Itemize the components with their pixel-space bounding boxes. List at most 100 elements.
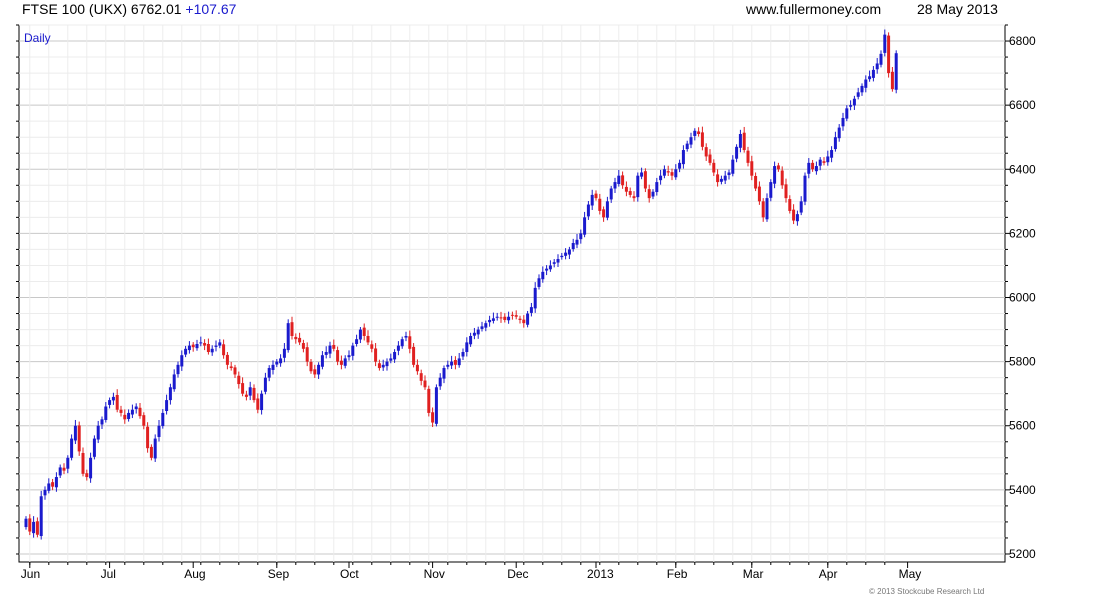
candle-body — [552, 262, 556, 264]
candle-body — [594, 193, 598, 199]
candle-body — [229, 366, 233, 369]
x-tick-label: Mar — [743, 567, 764, 581]
candle-body — [385, 361, 389, 367]
candle-body — [788, 199, 792, 211]
candle-body — [556, 259, 560, 263]
candle-body — [875, 63, 879, 70]
candle-body — [571, 243, 575, 250]
candle-body — [602, 209, 606, 218]
candle-body — [533, 287, 537, 309]
candle-body — [856, 92, 860, 97]
candle-body — [320, 355, 324, 367]
candle-body — [157, 425, 161, 437]
candle-body — [225, 354, 229, 365]
candle-body — [514, 315, 518, 317]
candle-body — [362, 327, 366, 336]
candle-body — [723, 175, 727, 181]
candle-body — [841, 117, 845, 127]
y-tick-label: 6200 — [1009, 226, 1036, 240]
candle-body — [165, 400, 169, 411]
candle-body — [807, 162, 811, 174]
x-tick-label: Jun — [21, 567, 40, 581]
candle-body — [894, 53, 898, 90]
candle-body — [689, 137, 693, 145]
candle-body — [526, 313, 530, 325]
candle-body — [662, 169, 666, 176]
candle-body — [81, 452, 85, 474]
candle-body — [598, 198, 602, 211]
candle-body — [773, 166, 777, 184]
candle-body — [833, 137, 837, 150]
candle-body — [735, 146, 739, 159]
candle-body — [244, 394, 248, 397]
y-tick-label: 5600 — [1009, 419, 1036, 433]
candle-body — [442, 368, 446, 379]
candle-body — [495, 316, 499, 318]
candle-body — [613, 182, 617, 189]
candle-body — [54, 477, 58, 488]
candle-body — [757, 186, 761, 202]
candle-body — [39, 496, 43, 537]
candle-body — [153, 438, 157, 459]
candle-body — [104, 406, 108, 420]
candle-body — [887, 35, 891, 74]
candle-body — [700, 132, 704, 147]
candle-body — [24, 518, 28, 528]
candle-body — [575, 239, 579, 245]
candle-body — [377, 363, 381, 369]
candle-body — [408, 336, 412, 349]
candle-body — [503, 316, 507, 320]
candle-body — [301, 343, 305, 349]
candle-body — [674, 169, 678, 178]
candle-body — [366, 335, 370, 343]
candle-body — [419, 373, 423, 381]
candle-body — [666, 171, 670, 173]
candle-body — [469, 335, 473, 345]
candle-body — [681, 150, 685, 165]
candle-body — [655, 182, 659, 193]
candle-body — [176, 364, 180, 375]
candle-body — [453, 360, 457, 365]
candle-body — [85, 473, 89, 478]
candle-body — [134, 406, 138, 410]
candle-body — [769, 182, 773, 198]
candle-body — [35, 521, 39, 535]
candle-body — [738, 134, 742, 148]
candle-body — [58, 467, 62, 476]
candle-body — [830, 150, 834, 158]
candle-body — [347, 355, 351, 358]
candle-body — [564, 252, 568, 256]
x-tick-label: Apr — [819, 567, 838, 581]
copyright-notice: © 2013 Stockcube Research Ltd — [869, 587, 985, 596]
candle-body — [761, 201, 765, 218]
candle-body — [727, 172, 731, 176]
candle-body — [799, 201, 803, 213]
candle-body — [754, 176, 758, 189]
y-tick-label: 6000 — [1009, 291, 1036, 305]
candle-body — [849, 105, 853, 107]
candle-body — [275, 361, 279, 365]
candle-body — [309, 361, 313, 372]
candle-body — [70, 438, 74, 458]
candle-body — [298, 337, 302, 343]
x-tick-label: Oct — [340, 567, 359, 581]
period-label: Daily — [24, 31, 51, 45]
x-tick-label: 2013 — [587, 567, 614, 581]
candle-body — [256, 398, 260, 410]
candle-body — [286, 323, 290, 351]
candle-body — [632, 196, 636, 199]
candle-body — [123, 414, 127, 420]
candle-body — [149, 446, 153, 458]
candle-body — [51, 482, 55, 487]
candle-body — [187, 345, 191, 351]
candle-body — [263, 377, 267, 392]
candle-body — [697, 131, 701, 135]
candle-body — [305, 347, 309, 362]
candle-body — [241, 383, 245, 394]
candle-body — [168, 387, 172, 401]
y-tick-label: 5200 — [1009, 547, 1036, 561]
candle-body — [795, 214, 799, 222]
candle-body — [180, 355, 184, 367]
candle-body — [339, 360, 343, 365]
x-tick-label: Aug — [184, 567, 205, 581]
